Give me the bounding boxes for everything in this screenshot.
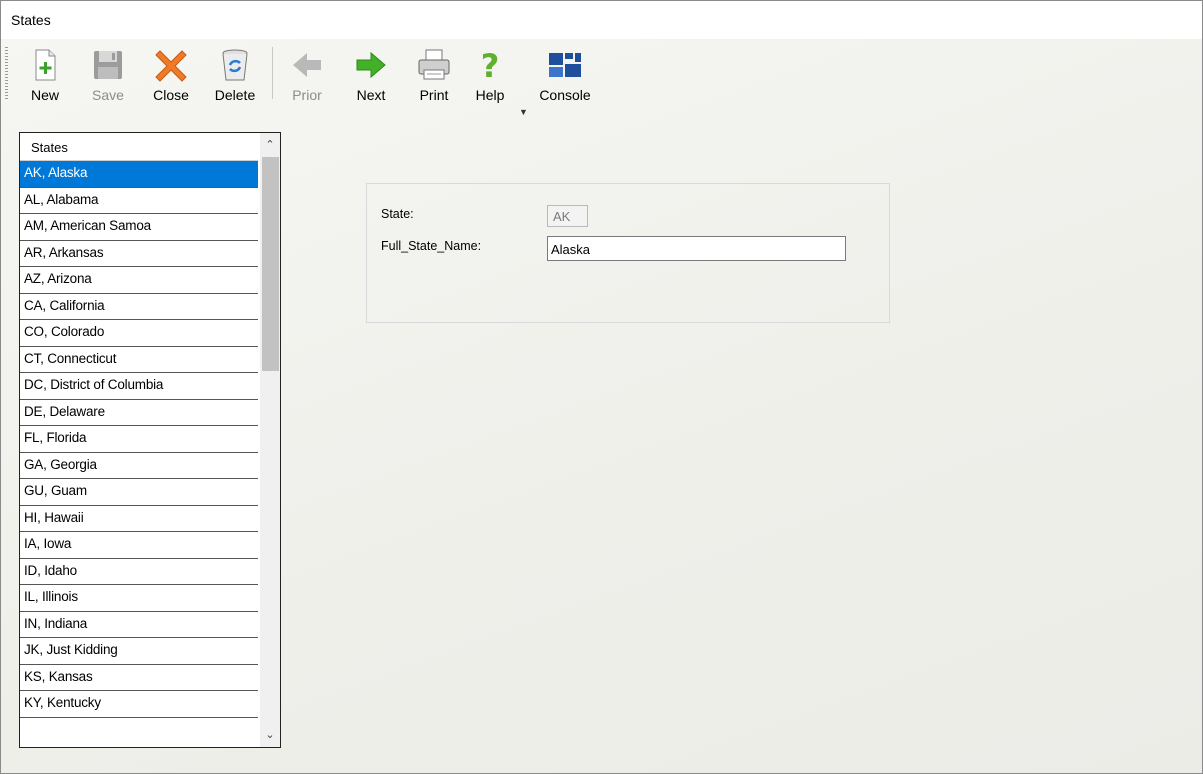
list-item-label: JK, Just Kidding (24, 642, 118, 657)
states-list[interactable]: States AK, Alaska AL, Alabama AM, American… (19, 132, 281, 748)
scroll-up-icon[interactable]: ⌃ (260, 135, 280, 155)
new-button[interactable]: New (23, 45, 67, 103)
delete-button[interactable]: Delete (211, 45, 259, 103)
prior-label: Prior (292, 87, 322, 103)
list-item[interactable]: CA, California (20, 294, 258, 320)
list-item[interactable]: JK, Just Kidding (20, 638, 258, 665)
list-item-label: IA, Iowa (24, 536, 72, 551)
full-state-name-label: Full_State_Name: (381, 239, 482, 253)
console-label: Console (539, 87, 591, 103)
detail-panel: State: AK Full_State_Name: Alaska (366, 183, 890, 323)
list-item-label: KY, Kentucky (24, 695, 101, 710)
list-item-label: CT, Connecticut (24, 350, 117, 366)
list-item[interactable]: ID, Idaho (20, 559, 258, 585)
full-state-name-field[interactable]: Alaska (547, 236, 846, 261)
list-item[interactable]: IL, Illinois (20, 585, 258, 612)
close-x-icon (155, 50, 187, 82)
close-label: Close (153, 87, 189, 103)
list-item[interactable]: AM, American Samoa (20, 214, 258, 241)
list-item-label: DE, Delaware (24, 403, 105, 419)
list-item[interactable]: CT, Connecticut (20, 347, 258, 373)
scroll-down-icon[interactable]: ⌄ (260, 725, 280, 745)
toolbar-grip[interactable] (5, 47, 8, 99)
arrow-right-icon (356, 51, 386, 79)
save-disk-icon (94, 51, 122, 79)
next-button[interactable]: Next (350, 45, 392, 103)
list-item[interactable]: AK, Alaska (20, 161, 258, 188)
new-label: New (30, 87, 59, 103)
prior-button[interactable]: Prior (286, 45, 328, 103)
help-button[interactable]: ? Help (469, 45, 511, 103)
list-item-label: HI, Hawaii (24, 509, 84, 525)
window-title: States (11, 12, 51, 28)
list-rows: AK, Alaska AL, Alabama AM, American Samoa A… (20, 161, 258, 718)
list-item-label: IL, Illinois (24, 589, 78, 604)
list-item-label: AL, Alabama (24, 191, 99, 207)
arrow-left-icon (293, 53, 321, 77)
list-item[interactable]: AL, Alabama (20, 188, 258, 214)
console-button[interactable]: Console (535, 45, 595, 103)
toolbar-separator (272, 47, 273, 99)
list-item-label: AZ, Arizona (24, 271, 92, 286)
list-item[interactable]: GA, Georgia (20, 453, 258, 479)
recycle-bin-icon (222, 49, 248, 81)
list-item-label: ID, Idaho (24, 562, 77, 578)
list-item[interactable]: AZ, Arizona (20, 267, 258, 294)
list-item[interactable]: GU, Guam (20, 479, 258, 506)
list-item[interactable]: AR, Arkansas (20, 241, 258, 267)
new-document-icon (35, 49, 56, 81)
scroll-thumb[interactable] (262, 157, 279, 371)
print-label: Print (419, 87, 449, 103)
list-item[interactable]: FL, Florida (20, 426, 258, 453)
list-item[interactable]: CO, Colorado (20, 320, 258, 347)
list-item[interactable]: KS, Kansas (20, 665, 258, 691)
list-item[interactable]: DE, Delaware (20, 400, 258, 426)
save-button[interactable]: Save (86, 45, 130, 103)
list-item-label: FL, Florida (24, 430, 87, 445)
list-column-header[interactable]: States (20, 133, 258, 161)
list-scrollbar[interactable]: ⌃ ⌄ (260, 133, 280, 747)
print-button[interactable]: Print (413, 45, 455, 103)
list-item[interactable]: KY, Kentucky (20, 691, 258, 718)
next-label: Next (356, 87, 386, 103)
list-item-label: CO, Colorado (24, 324, 105, 339)
list-item[interactable]: DC, District of Columbia (20, 373, 258, 400)
list-item-label: CA, California (24, 297, 105, 313)
list-item-label: AK, Alaska (24, 165, 88, 180)
help-label: Help (475, 87, 505, 103)
list-item[interactable]: IN, Indiana (20, 612, 258, 638)
delete-label: Delete (214, 87, 256, 103)
help-dropdown-caret-icon[interactable]: ▼ (519, 107, 528, 117)
list-item-label: GU, Guam (24, 483, 87, 498)
list-item-label: IN, Indiana (24, 615, 88, 631)
list-item-label: DC, District of Columbia (24, 377, 164, 392)
state-field: AK (547, 205, 588, 227)
close-button[interactable]: Close (149, 45, 193, 103)
save-label: Save (92, 87, 124, 103)
toolbar: New Save Close Delete Prior Next Print ?… (1, 41, 1202, 117)
states-window: States New Save Close Delete Prior Next … (0, 0, 1203, 774)
list-item-label: GA, Georgia (24, 456, 97, 472)
list-item-label: AR, Arkansas (24, 244, 104, 260)
printer-icon (418, 49, 450, 80)
list-item-label: KS, Kansas (24, 668, 93, 684)
list-header-label: States (31, 140, 68, 155)
list-item[interactable]: HI, Hawaii (20, 506, 258, 532)
svg-text:?: ? (481, 47, 500, 83)
list-item-label: AM, American Samoa (24, 218, 151, 233)
help-question-icon: ? (481, 47, 500, 83)
state-label: State: (381, 207, 414, 221)
title-bar: States (1, 1, 1202, 39)
list-item[interactable]: IA, Iowa (20, 532, 258, 559)
console-dashboard-icon (549, 53, 581, 77)
